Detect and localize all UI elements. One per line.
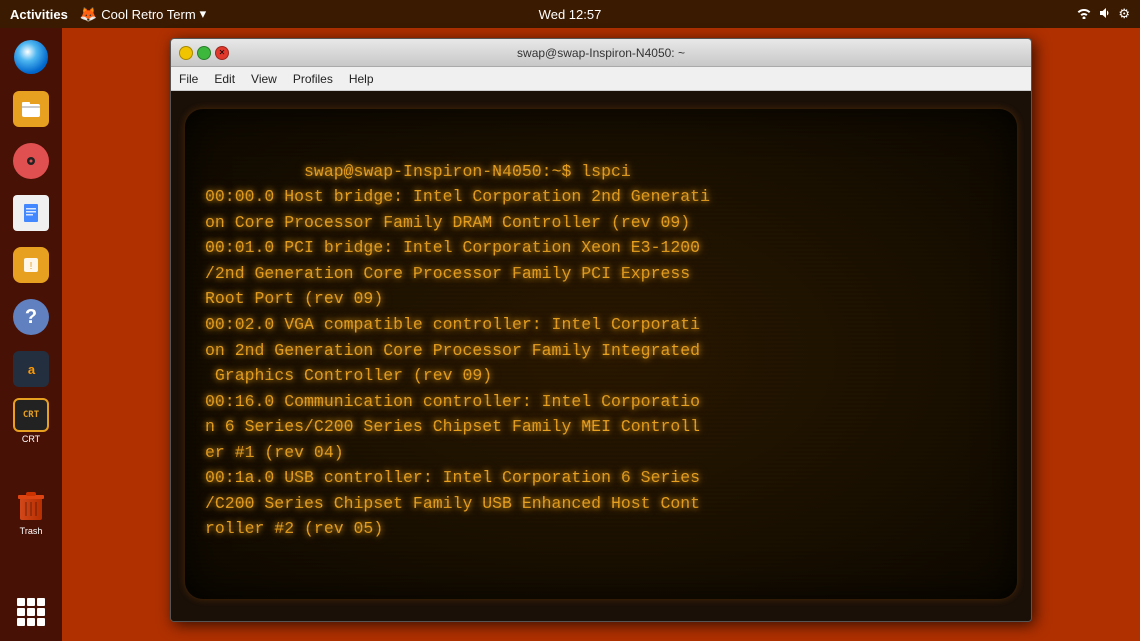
apps-grid-icon	[17, 598, 45, 626]
terminal-titlebar: ✕ swap@swap-Inspiron-N4050: ~	[171, 39, 1031, 67]
crt-label: CRT	[22, 434, 40, 444]
crt-screen[interactable]: swap@swap-Inspiron-N4050:~$ lspci 00:00.…	[185, 109, 1017, 599]
app-name-label: Cool Retro Term	[101, 7, 195, 22]
dock-item-files[interactable]	[8, 86, 54, 132]
dock-item-help[interactable]: ?	[8, 294, 54, 340]
dock-item-music[interactable]	[8, 138, 54, 184]
dock-item-trash[interactable]: Trash	[8, 490, 54, 536]
dock-item-apps-grid[interactable]	[8, 589, 54, 635]
menu-edit[interactable]: Edit	[214, 72, 235, 86]
crt-outer: swap@swap-Inspiron-N4050:~$ lspci 00:00.…	[171, 91, 1031, 621]
amazon-icon: a	[28, 362, 34, 377]
document-icon	[20, 202, 42, 224]
system-icons: ⚙	[1076, 6, 1130, 23]
maximize-button[interactable]	[197, 46, 211, 60]
topbar-left: Activities 🦊 Cool Retro Term ▾	[10, 6, 206, 23]
dock: ! ? a CRT CRT	[0, 28, 62, 641]
dock-item-docs[interactable]	[8, 190, 54, 236]
dock-item-crt[interactable]: CRT CRT	[8, 398, 54, 444]
package-icon: !	[20, 254, 42, 276]
dock-item-amazon[interactable]: a	[8, 346, 54, 392]
trash-label: Trash	[20, 526, 43, 536]
topbar-time: Wed 12:57	[539, 7, 602, 22]
help-question-icon: ?	[25, 306, 37, 329]
topbar-right: ⚙	[1076, 6, 1130, 23]
dock-item-firefox[interactable]	[8, 34, 54, 80]
menu-file[interactable]: File	[179, 72, 198, 86]
crt-icon: CRT	[23, 410, 39, 420]
menu-help[interactable]: Help	[349, 72, 374, 86]
terminal-menubar: File Edit View Profiles Help	[171, 67, 1031, 91]
menu-profiles[interactable]: Profiles	[293, 72, 333, 86]
app-menu-arrow: ▾	[200, 6, 207, 22]
system-menu-icon[interactable]: ⚙	[1118, 6, 1130, 22]
svg-text:!: !	[30, 261, 33, 272]
music-icon	[21, 151, 41, 171]
minimize-button[interactable]	[179, 46, 193, 60]
terminal-title-label: swap@swap-Inspiron-N4050: ~	[517, 46, 685, 60]
topbar: Activities 🦊 Cool Retro Term ▾ Wed 12:57…	[0, 0, 1140, 28]
terminal-window: ✕ swap@swap-Inspiron-N4050: ~ File Edit …	[170, 38, 1032, 622]
dock-item-software[interactable]: !	[8, 242, 54, 288]
menu-view[interactable]: View	[251, 72, 277, 86]
folder-icon	[20, 98, 42, 120]
app-indicator[interactable]: 🦊 Cool Retro Term ▾	[80, 6, 206, 23]
firefox-icon	[14, 40, 48, 74]
terminal-controls: ✕	[179, 46, 229, 60]
trash-icon	[16, 490, 46, 524]
terminal-output: swap@swap-Inspiron-N4050:~$ lspci 00:00.…	[205, 162, 710, 539]
main-desktop: ✕ swap@swap-Inspiron-N4050: ~ File Edit …	[62, 28, 1140, 641]
close-button[interactable]: ✕	[215, 46, 229, 60]
volume-icon[interactable]	[1098, 6, 1112, 23]
wifi-icon[interactable]	[1076, 7, 1092, 22]
activities-label[interactable]: Activities	[10, 7, 68, 22]
desktop: ! ? a CRT CRT	[0, 28, 1140, 641]
